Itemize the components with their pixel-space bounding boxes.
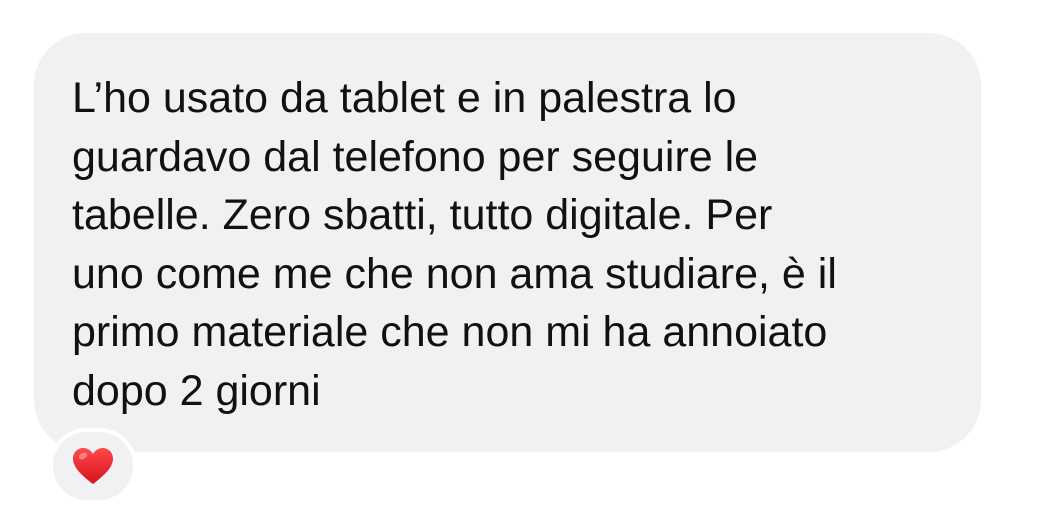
- message-line-4: uno come me che non ama studiare, è il: [72, 249, 837, 298]
- message-line-2: guardavo dal telefono per seguire le: [72, 132, 759, 181]
- message-line-3: tabelle. Zero sbatti, tutto digitale. Pe…: [72, 191, 773, 239]
- message-bubble[interactable]: L’ho usato da tablet e in palestra lo gu…: [34, 33, 981, 452]
- red-heart-icon: [73, 448, 113, 484]
- message-line-5: primo materiale che non mi ha annoiato: [72, 308, 828, 356]
- reaction-badge[interactable]: [49, 428, 137, 504]
- message-view: L’ho usato da tablet e in palestra lo gu…: [0, 0, 1039, 526]
- message-line-1: L’ho usato da tablet e in palestra lo: [72, 74, 737, 122]
- message-line-6: dopo 2 giorni: [72, 366, 321, 415]
